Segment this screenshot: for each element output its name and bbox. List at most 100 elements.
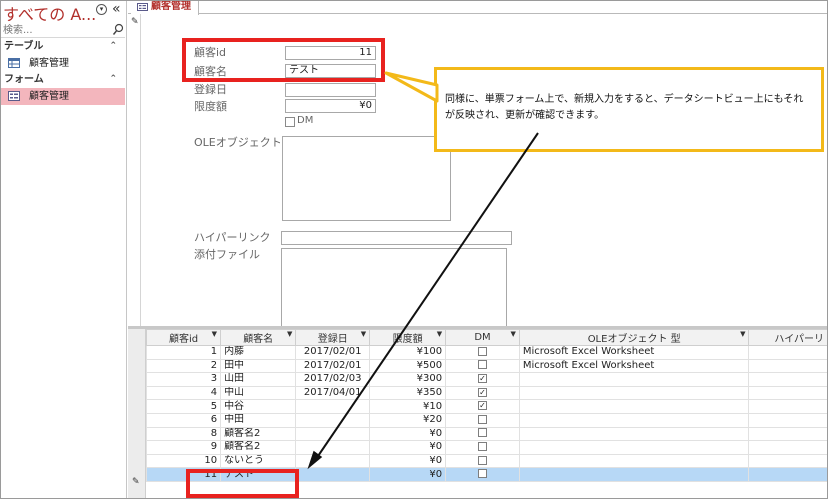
cell-dm[interactable] [445, 345, 520, 360]
table-row[interactable]: 8 顧客名2 ¥0 [145, 426, 827, 442]
cell-dm[interactable] [445, 453, 520, 469]
cell-ole[interactable] [518, 467, 750, 482]
dm-checkbox[interactable] [285, 117, 295, 127]
dm-checkbox[interactable] [477, 360, 487, 370]
cell-dm[interactable] [445, 358, 520, 374]
cell-ole[interactable] [518, 412, 750, 428]
cell-date[interactable]: 2017/02/01 [295, 358, 371, 374]
dm-checkbox[interactable] [477, 469, 487, 479]
column-header-name[interactable]: 顧客名 ▼ [220, 329, 297, 346]
cell-ole[interactable] [518, 399, 750, 414]
cell-name[interactable]: 中谷 [220, 399, 297, 414]
column-header-date[interactable]: 登録日 ▼ [295, 329, 371, 346]
attachment-frame[interactable] [281, 248, 507, 328]
dropdown-arrow-icon[interactable]: ▼ [510, 331, 515, 339]
search-icon[interactable] [112, 23, 124, 37]
cell-limit[interactable]: ¥0 [369, 426, 447, 442]
cell-limit[interactable]: ¥10 [369, 399, 447, 414]
cell-date[interactable] [295, 440, 371, 455]
cell-limit[interactable]: ¥0 [369, 467, 447, 482]
cell-id[interactable]: 9 [145, 440, 222, 455]
cell-hyperlink[interactable] [748, 385, 827, 401]
cell-hyperlink[interactable] [748, 426, 827, 442]
cell-hyperlink[interactable] [748, 372, 827, 387]
dropdown-arrow-icon[interactable]: ▼ [740, 331, 745, 339]
column-header-limit[interactable]: 限度額 ▼ [369, 329, 447, 346]
cell-id[interactable]: 10 [145, 453, 222, 469]
credit-limit-field[interactable]: ¥0 [285, 99, 376, 113]
cell-name[interactable]: 内藤 [220, 345, 297, 360]
nav-item-form-customer[interactable]: 顧客管理 [1, 88, 125, 105]
cell-date[interactable] [295, 467, 371, 482]
cell-ole[interactable] [518, 372, 750, 387]
cell-limit[interactable]: ¥20 [369, 412, 447, 428]
dropdown-arrow-icon[interactable]: ▼ [437, 331, 442, 339]
dropdown-arrow-icon[interactable]: ▼ [212, 331, 217, 339]
cell-id[interactable]: 1 [145, 345, 222, 360]
cell-hyperlink[interactable] [748, 412, 827, 428]
cell-date[interactable] [295, 399, 371, 414]
cell-dm[interactable] [445, 440, 520, 455]
cell-hyperlink[interactable] [748, 358, 827, 374]
registration-date-field[interactable] [285, 83, 376, 97]
cell-dm[interactable]: ✓ [445, 385, 520, 401]
dm-checkbox[interactable] [477, 414, 487, 424]
cell-name[interactable]: 山田 [220, 372, 297, 387]
cell-hyperlink[interactable] [748, 440, 827, 455]
cell-date[interactable] [295, 412, 371, 428]
cell-id[interactable]: 6 [145, 412, 222, 428]
cell-ole[interactable] [518, 440, 750, 455]
cell-id[interactable]: 8 [145, 426, 222, 442]
cell-date[interactable] [295, 426, 371, 442]
cell-name[interactable]: 田中 [220, 358, 297, 374]
cell-name[interactable]: 中田 [220, 412, 297, 428]
dropdown-arrow-icon[interactable]: ▼ [361, 331, 366, 339]
ole-object-frame[interactable] [282, 136, 451, 221]
cell-limit[interactable]: ¥350 [369, 385, 447, 401]
column-header-hyperlink[interactable]: ハイパーリ [748, 329, 827, 346]
cell-limit[interactable]: ¥0 [369, 453, 447, 469]
cell-ole[interactable]: Microsoft Excel Worksheet [518, 358, 750, 374]
column-header-ole[interactable]: OLEオブジェクト 型 ▼ [518, 329, 750, 346]
cell-name[interactable]: 顧客名2 [220, 440, 297, 455]
dm-checkbox[interactable]: ✓ [477, 401, 487, 411]
record-selector[interactable]: ✎ [128, 14, 141, 326]
cell-id[interactable]: 4 [145, 385, 222, 401]
nav-item-table-customer[interactable]: 顧客管理 [1, 55, 125, 72]
table-row[interactable]: 10 ないとう ¥0 [145, 453, 827, 469]
cell-ole[interactable] [518, 385, 750, 401]
dropdown-arrow-icon[interactable]: ▼ [287, 331, 292, 339]
cell-date[interactable] [295, 453, 371, 469]
cell-dm[interactable] [445, 412, 520, 428]
dm-checkbox[interactable]: ✓ [477, 373, 487, 383]
cell-dm[interactable]: ✓ [445, 372, 520, 387]
table-row[interactable]: 4 中山 2017/04/01 ¥350 ✓ [145, 385, 827, 401]
cell-dm[interactable] [445, 467, 520, 482]
cell-name[interactable]: 顧客名2 [220, 426, 297, 442]
table-row[interactable]: 6 中田 ¥20 [145, 412, 827, 428]
cell-date[interactable]: 2017/02/01 [295, 345, 371, 360]
cell-name[interactable]: 中山 [220, 385, 297, 401]
dm-checkbox[interactable] [477, 441, 487, 451]
dm-checkbox[interactable] [477, 428, 487, 438]
chevron-down-icon[interactable]: ▾ [96, 4, 107, 15]
cell-hyperlink[interactable] [748, 399, 827, 414]
cell-limit[interactable]: ¥100 [369, 345, 447, 360]
table-row[interactable]: 1 内藤 2017/02/01 ¥100 Microsoft Excel Workshe… [145, 345, 827, 360]
column-header-id[interactable]: 顧客id ▼ [145, 329, 222, 346]
cell-ole[interactable] [518, 453, 750, 469]
collapse-pane-icon[interactable]: « [112, 1, 121, 17]
row-selector-column[interactable] [128, 329, 146, 498]
cell-id[interactable]: 5 [145, 399, 222, 414]
dm-checkbox[interactable] [477, 346, 487, 356]
cell-id[interactable]: 3 [145, 372, 222, 387]
cell-hyperlink[interactable] [748, 467, 827, 482]
collapse-group-icon[interactable]: ⌃ [109, 72, 117, 87]
hyperlink-field[interactable] [281, 231, 512, 245]
dm-checkbox[interactable] [477, 455, 487, 465]
collapse-group-icon[interactable]: ⌃ [109, 39, 117, 54]
cell-date[interactable]: 2017/04/01 [295, 385, 371, 401]
cell-ole[interactable] [518, 426, 750, 442]
nav-pane-title[interactable]: すべての A... [3, 1, 96, 25]
table-row[interactable]: 9 顧客名2 ¥0 [145, 440, 827, 455]
